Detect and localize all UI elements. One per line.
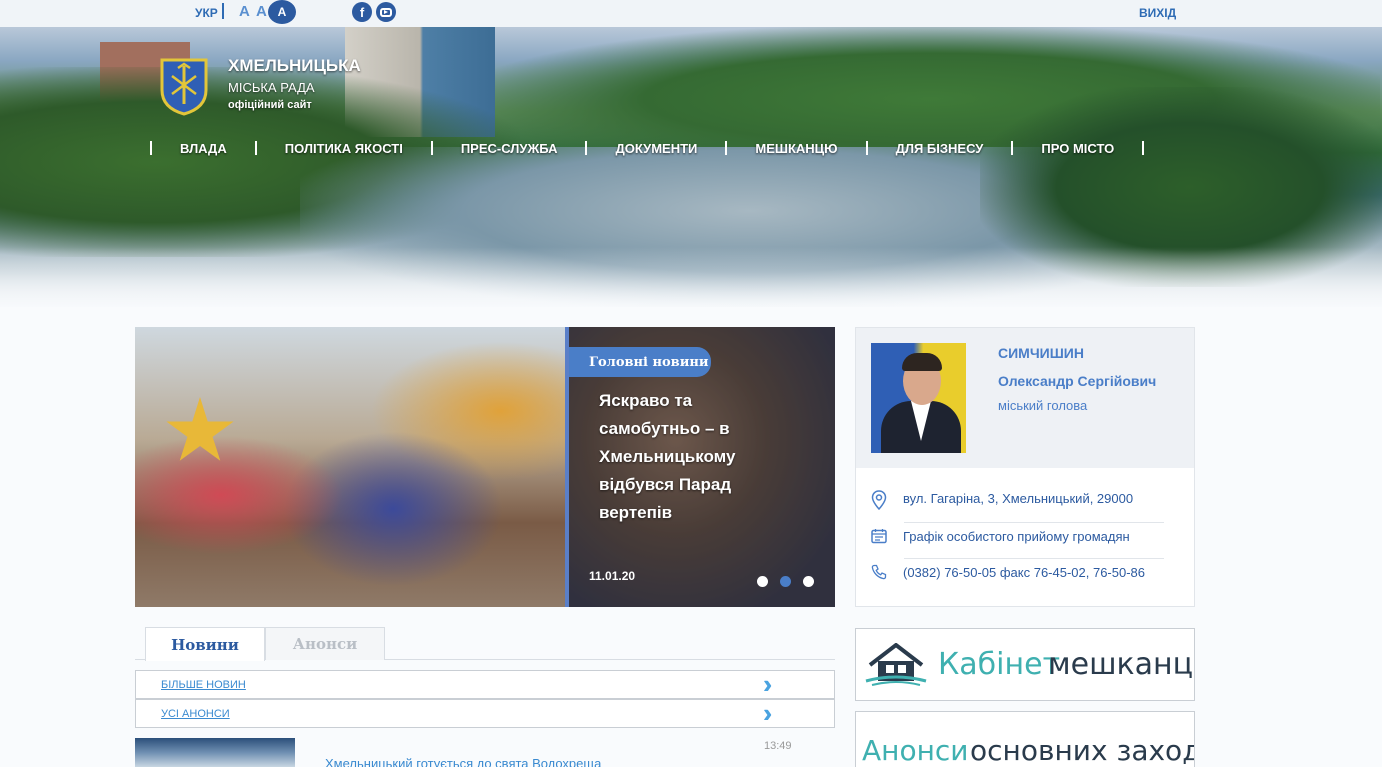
news-title[interactable]: Хмельницький готується до свята Водохрещ… xyxy=(325,756,601,767)
font-size-large[interactable]: A xyxy=(268,0,296,24)
site-subtitle: МІСЬКА РАДА xyxy=(228,80,315,95)
mayor-surname[interactable]: СИМЧИШИН xyxy=(998,345,1084,361)
news-slider[interactable]: Головні новини Яскраво та самобутньо – в… xyxy=(135,327,835,607)
slide-title[interactable]: Яскраво та самобутньо – в Хмельницькому … xyxy=(599,387,779,527)
schedule-link[interactable]: Графік особистого прийому громадян xyxy=(903,528,1130,549)
slider-dot[interactable] xyxy=(803,576,814,587)
site-title[interactable]: ХМЕЛЬНИЦЬКА xyxy=(228,56,361,76)
logout-link[interactable]: ВИХІД xyxy=(1139,6,1176,20)
banner-main-events-words: основних заходів xyxy=(970,734,1194,767)
schedule-row[interactable]: Графік особистого прийому громадян xyxy=(871,528,1166,549)
all-announcements-bar[interactable]: УСІ АНОНСИ ›› xyxy=(135,699,835,728)
slider-dot-active[interactable] xyxy=(780,576,791,587)
youtube-icon[interactable] xyxy=(376,2,396,22)
news-tabs: Новини Анонси xyxy=(135,627,835,661)
news-thumbnail[interactable] xyxy=(135,738,295,767)
tab-news[interactable]: Новини xyxy=(145,627,265,661)
mayor-name[interactable]: Олександр Сергійович xyxy=(998,373,1156,389)
mayor-card: СИМЧИШИН Олександр Сергійович міський го… xyxy=(855,327,1195,607)
language-switch[interactable]: УКР xyxy=(195,6,218,20)
mayor-address: вул. Гагаріна, 3, Хмельницький, 29000 xyxy=(903,491,1134,506)
divider xyxy=(222,3,224,19)
nav-item-business[interactable]: ДЛЯ БІЗНЕСУ xyxy=(868,141,1012,156)
double-chevron-right-icon[interactable]: ›› xyxy=(763,671,775,697)
banner-cabinet-word: Кабінет xyxy=(938,647,1061,682)
all-announcements-link[interactable]: УСІ АНОНСИ xyxy=(161,708,230,720)
more-news-bar[interactable]: БІЛЬШЕ НОВИН ›› xyxy=(135,670,835,699)
phone-icon xyxy=(871,564,891,585)
site-tagline: офіційний сайт xyxy=(228,99,312,111)
calendar-icon xyxy=(871,528,891,549)
main-events-banner[interactable]: Анонси основних заходів xyxy=(855,711,1195,767)
main-nav: ВЛАДА ПОЛІТИКА ЯКОСТІ ПРЕС-СЛУЖБА ДОКУМЕ… xyxy=(150,138,1145,158)
slider-dot[interactable] xyxy=(757,576,768,587)
main-news-badge: Головні новини xyxy=(569,347,711,377)
nav-item-press[interactable]: ПРЕС-СЛУЖБА xyxy=(433,141,586,156)
font-size-small[interactable]: A xyxy=(239,3,250,20)
facebook-icon[interactable]: f xyxy=(352,2,372,22)
slide-photo[interactable] xyxy=(135,327,565,607)
mayor-phone: (0382) 76-50-05 факс 76-45-02, 76-50-86 xyxy=(903,565,1146,580)
city-coat-of-arms-logo[interactable] xyxy=(158,54,210,116)
resident-cabinet-banner[interactable]: Кабінет мешканця xyxy=(855,628,1195,701)
mayor-role: міський голова xyxy=(998,398,1088,413)
nav-divider xyxy=(1142,141,1145,155)
address-row: вул. Гагаріна, 3, Хмельницький, 29000 xyxy=(871,490,1166,515)
double-chevron-right-icon[interactable]: ›› xyxy=(763,700,775,726)
location-pin-icon xyxy=(871,490,891,515)
nav-item-residents[interactable]: МЕШКАНЦЮ xyxy=(727,141,865,156)
tab-announcements[interactable]: Анонси xyxy=(265,627,385,660)
banner-announcements-word: Анонси xyxy=(862,734,969,767)
font-size-medium[interactable]: A xyxy=(256,3,267,20)
phone-row: (0382) 76-50-05 факс 76-45-02, 76-50-86 xyxy=(871,564,1166,585)
banner-resident-word: мешканця xyxy=(1048,647,1195,682)
nav-item-about-city[interactable]: ПРО МІСТО xyxy=(1013,141,1142,156)
mayor-photo[interactable] xyxy=(871,343,966,453)
more-news-link[interactable]: БІЛЬШЕ НОВИН xyxy=(161,679,246,691)
news-time: 13:49 xyxy=(764,740,792,752)
house-icon xyxy=(865,643,927,686)
nav-item-quality-policy[interactable]: ПОЛІТИКА ЯКОСТІ xyxy=(257,141,431,156)
nav-item-vlada[interactable]: ВЛАДА xyxy=(152,141,255,156)
top-bar: УКР A A A f ВИХІД xyxy=(0,0,1382,27)
slide-date: 11.01.20 xyxy=(589,569,636,583)
nav-item-documents[interactable]: ДОКУМЕНТИ xyxy=(587,141,725,156)
slider-dots xyxy=(757,576,814,587)
